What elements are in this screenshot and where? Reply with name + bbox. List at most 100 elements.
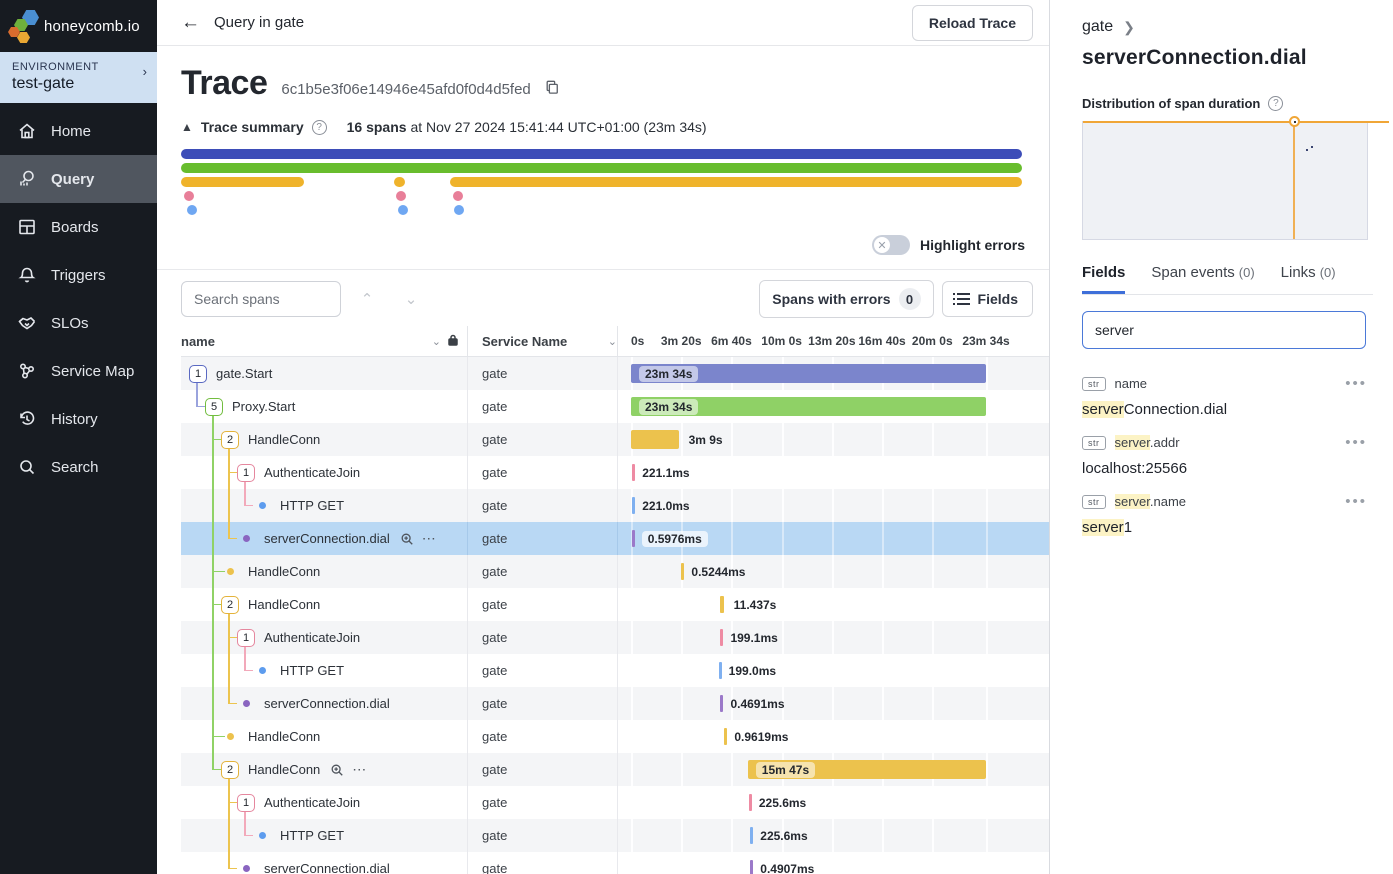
span-name: gate.Start: [216, 366, 272, 381]
copy-icon[interactable]: [545, 80, 559, 99]
table-row[interactable]: 1AuthenticateJoingate225.6ms: [181, 786, 1049, 819]
prev-match-button[interactable]: ⌃: [349, 281, 385, 317]
tree-connector: [244, 482, 246, 506]
sidebar-item-home[interactable]: Home: [0, 107, 157, 155]
fields-button[interactable]: Fields: [942, 281, 1033, 317]
gridline: [731, 522, 733, 555]
search-spans-input[interactable]: [181, 281, 341, 317]
back-arrow-icon[interactable]: ←: [181, 12, 200, 34]
span-bar[interactable]: [750, 860, 753, 874]
span-bar[interactable]: [632, 497, 635, 514]
tab-span-events[interactable]: Span events(0): [1151, 264, 1254, 294]
span-bar[interactable]: [749, 794, 752, 811]
sidebar-item-query[interactable]: Query: [0, 155, 157, 203]
chevron-up-icon[interactable]: ▲: [181, 120, 193, 134]
field-menu-icon[interactable]: •••: [1345, 434, 1367, 451]
tab-fields[interactable]: Fields: [1082, 264, 1125, 294]
table-row[interactable]: 1gate.Startgate23m 34s: [181, 357, 1049, 390]
sidebar-item-search[interactable]: Search: [0, 443, 157, 491]
span-bar[interactable]: [631, 430, 679, 449]
tab-links[interactable]: Links(0): [1281, 264, 1336, 294]
breadcrumb: gate ❯: [1082, 18, 1373, 36]
table-row[interactable]: HandleConngate0.9619ms: [181, 720, 1049, 753]
span-count-badge[interactable]: 1: [237, 629, 255, 647]
table-row[interactable]: 2HandleConngate11.437s: [181, 588, 1049, 621]
span-count-badge[interactable]: 1: [189, 365, 207, 383]
span-bar[interactable]: [724, 728, 727, 745]
span-count-badge[interactable]: 2: [221, 761, 239, 779]
reload-trace-button[interactable]: Reload Trace: [912, 5, 1033, 41]
environment-switcher[interactable]: ENVIRONMENT test-gate ›: [0, 52, 157, 103]
span-bar[interactable]: 15m 47s: [748, 760, 986, 779]
trace-summary-label[interactable]: Trace summary: [201, 119, 304, 135]
span-bar[interactable]: [632, 464, 635, 481]
table-row[interactable]: serverConnection.dial⋯gate0.5976ms: [181, 522, 1049, 555]
table-row[interactable]: 1AuthenticateJoingate221.1ms: [181, 456, 1049, 489]
row-menu-icon[interactable]: ⋯: [422, 530, 437, 547]
zoom-in-icon[interactable]: [400, 532, 414, 546]
table-row[interactable]: HandleConngate0.5244ms: [181, 555, 1049, 588]
span-count-badge[interactable]: 1: [237, 464, 255, 482]
gridline: [882, 555, 884, 588]
field-menu-icon[interactable]: •••: [1345, 493, 1367, 510]
field-menu-icon[interactable]: •••: [1345, 375, 1367, 392]
span-bar[interactable]: 23m 34s: [631, 397, 986, 416]
gridline: [932, 489, 934, 522]
trace-minimap[interactable]: [181, 149, 1022, 215]
span-count-badge[interactable]: 2: [221, 596, 239, 614]
span-count-badge[interactable]: 5: [205, 398, 223, 416]
table-row[interactable]: serverConnection.dialgate0.4691ms: [181, 687, 1049, 720]
span-count-badge[interactable]: 1: [237, 794, 255, 812]
breadcrumb-service[interactable]: gate: [1082, 18, 1113, 36]
chevron-down-icon[interactable]: ⌄: [608, 335, 617, 348]
table-row[interactable]: 2HandleConngate3m 9s: [181, 423, 1049, 456]
span-duration-label: 0.9619ms: [734, 730, 788, 744]
span-bar[interactable]: [720, 695, 723, 712]
span-bar[interactable]: [750, 827, 753, 844]
span-duration-label: 225.6ms: [759, 796, 806, 810]
table-row[interactable]: 2HandleConn⋯gate15m 47s: [181, 753, 1049, 786]
table-row[interactable]: HTTP GETgate225.6ms: [181, 819, 1049, 852]
span-duration-label: 3m 9s: [689, 433, 723, 447]
help-icon[interactable]: ?: [1268, 96, 1283, 111]
span-duration-label: 15m 47s: [756, 762, 815, 778]
table-row[interactable]: 1AuthenticateJoingate199.1ms: [181, 621, 1049, 654]
slos-icon: [17, 313, 37, 333]
row-menu-icon[interactable]: ⋯: [352, 761, 367, 778]
gridline: [932, 522, 934, 555]
sidebar-item-slos[interactable]: SLOs: [0, 299, 157, 347]
name-column-header[interactable]: name ⌄: [181, 334, 467, 349]
service-column-header[interactable]: Service Name ⌄: [467, 326, 617, 356]
span-count-badge[interactable]: 2: [221, 431, 239, 449]
gridline: [932, 852, 934, 874]
zoom-in-icon[interactable]: [330, 763, 344, 777]
chevron-down-icon[interactable]: ⌄: [432, 335, 441, 348]
field-search-input[interactable]: [1082, 311, 1366, 349]
table-row[interactable]: HTTP GETgate199.0ms: [181, 654, 1049, 687]
spans-with-errors-button[interactable]: Spans with errors 0: [759, 280, 933, 318]
sidebar-item-service-map[interactable]: Service Map: [0, 347, 157, 395]
table-row[interactable]: 5Proxy.Startgate23m 34s: [181, 390, 1049, 423]
span-bar[interactable]: [720, 596, 724, 613]
span-bar[interactable]: [719, 662, 722, 679]
table-row[interactable]: HTTP GETgate221.0ms: [181, 489, 1049, 522]
highlight-errors-toggle[interactable]: ✕: [872, 235, 910, 255]
tree-connector: [229, 703, 237, 705]
honeycomb-logo[interactable]: honeycomb.io: [0, 0, 157, 52]
sidebar-item-triggers[interactable]: Triggers: [0, 251, 157, 299]
gridline: [631, 555, 633, 588]
tab-label: Span events: [1151, 264, 1234, 281]
sidebar-item-boards[interactable]: Boards: [0, 203, 157, 251]
sidebar-item-history[interactable]: History: [0, 395, 157, 443]
next-match-button[interactable]: ⌄: [393, 281, 429, 317]
help-icon[interactable]: ?: [312, 120, 327, 135]
span-bar[interactable]: [632, 530, 635, 547]
gridline: [986, 852, 988, 874]
span-bar[interactable]: [720, 629, 723, 646]
gridline: [681, 786, 683, 819]
span-name: HandleConn: [248, 597, 320, 612]
span-bar[interactable]: [681, 563, 684, 580]
span-bar[interactable]: 23m 34s: [631, 364, 986, 383]
duration-distribution-chart[interactable]: [1082, 121, 1368, 240]
table-row[interactable]: serverConnection.dialgate0.4907ms: [181, 852, 1049, 874]
